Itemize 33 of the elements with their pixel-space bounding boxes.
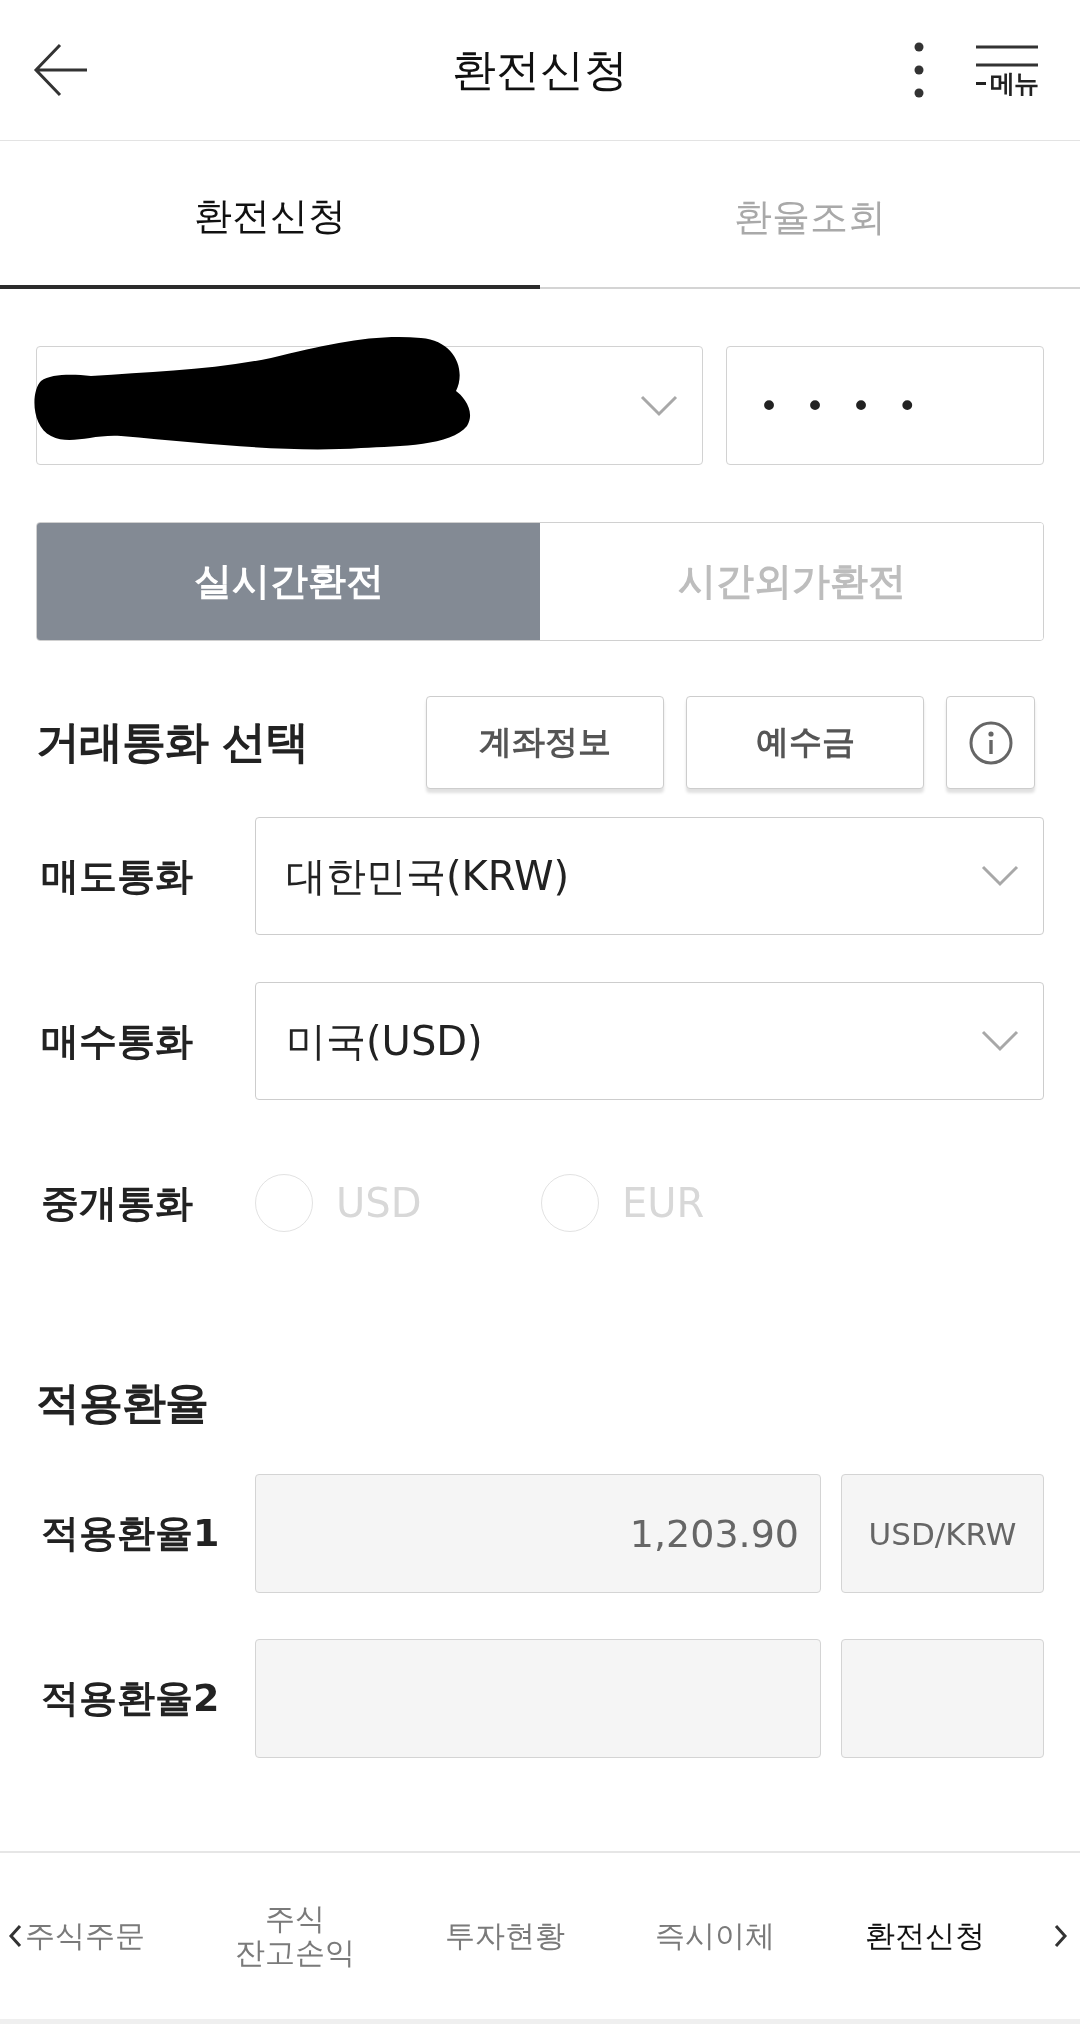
chevron-left-icon[interactable] xyxy=(8,1924,22,1948)
section-title: 적용환율 xyxy=(36,1378,209,1428)
nav-item[interactable]: 주식주문 xyxy=(0,1918,190,1954)
nav-item[interactable]: 환전신청 xyxy=(820,1918,1030,1954)
field-label: 적용환율1 xyxy=(40,1510,220,1557)
action-button[interactable]: 예수금 xyxy=(686,696,924,789)
back-button[interactable] xyxy=(32,42,88,98)
action-button[interactable]: 계좌정보 xyxy=(426,696,664,789)
nav-item[interactable]: 주식 잔고손익 xyxy=(190,1901,400,1971)
field-label: 매도통화 xyxy=(40,852,193,900)
page-title: 환전신청 xyxy=(452,43,628,97)
field-label: 매수통화 xyxy=(40,1017,193,1065)
menu-button[interactable]: 메뉴 xyxy=(976,44,1052,96)
field-label: 중개통화 xyxy=(40,1179,193,1227)
nav-item[interactable]: 투자현황 xyxy=(400,1918,610,1954)
info-icon xyxy=(968,720,1013,765)
nav-item[interactable]: 즉시이체 xyxy=(610,1918,820,1954)
rate-field: 1,203.90 xyxy=(255,1474,821,1593)
password-field[interactable]: •••• xyxy=(726,346,1044,465)
unit-field: USD/KRW xyxy=(841,1474,1044,1593)
more-icon xyxy=(914,42,924,98)
chevron-right-icon[interactable] xyxy=(1054,1924,1068,1948)
currency-select[interactable]: 미국(USD) xyxy=(255,982,1044,1100)
menu-icon xyxy=(976,44,1038,67)
chevron-down-icon xyxy=(981,865,1019,887)
currency-select[interactable]: 대한민국(KRW) xyxy=(255,817,1044,935)
chevron-down-icon xyxy=(640,394,678,417)
chevron-down-icon xyxy=(981,1030,1019,1052)
section-title: 거래통화 선택 xyxy=(36,715,310,769)
field-label: 적용환율2 xyxy=(40,1675,220,1722)
back-icon xyxy=(32,42,88,98)
info-button[interactable] xyxy=(946,696,1035,789)
more-button[interactable] xyxy=(914,42,924,98)
